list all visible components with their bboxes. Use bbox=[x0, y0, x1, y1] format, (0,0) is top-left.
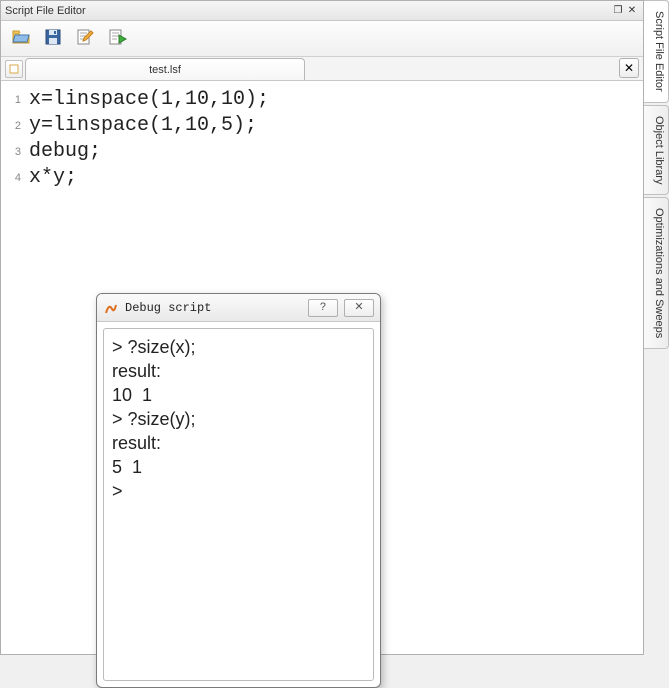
line-number: 3 bbox=[1, 139, 29, 165]
side-tab-object-library[interactable]: Object Library bbox=[644, 105, 669, 195]
tab-file[interactable]: test.lsf bbox=[25, 58, 305, 80]
dialog-titlebar[interactable]: Debug script ? ✕ bbox=[97, 294, 380, 322]
run-button[interactable] bbox=[103, 25, 131, 53]
code-text: y=linspace(1,10,5); bbox=[29, 113, 257, 139]
side-tab-optimizations[interactable]: Optimizations and Sweeps bbox=[644, 197, 669, 349]
code-text: debug; bbox=[29, 139, 101, 165]
debug-dialog: Debug script ? ✕ > ?size(x); result: 10 … bbox=[96, 293, 381, 688]
panel-title: Script File Editor bbox=[5, 5, 611, 17]
close-icon: ✕ bbox=[354, 295, 363, 321]
code-line: 1 x=linspace(1,10,10); bbox=[1, 87, 643, 113]
close-panel-icon[interactable]: ✕ bbox=[625, 4, 639, 18]
app-icon bbox=[103, 300, 119, 316]
panel-titlebar: Script File Editor ❐ ✕ bbox=[1, 1, 643, 21]
save-button[interactable] bbox=[39, 25, 67, 53]
code-line: 4 x*y; bbox=[1, 165, 643, 191]
tab-close-button[interactable]: ✕ bbox=[619, 58, 639, 78]
line-number: 2 bbox=[1, 113, 29, 139]
side-tab-script-editor[interactable]: Script File Editor bbox=[644, 0, 669, 103]
floppy-icon bbox=[43, 27, 63, 50]
folder-open-icon bbox=[11, 27, 31, 50]
play-page-icon bbox=[107, 27, 127, 50]
dock-icon[interactable]: ❐ bbox=[611, 4, 625, 18]
script-editor-panel: Script File Editor ❐ ✕ bbox=[0, 0, 644, 655]
tab-strip: test.lsf ✕ bbox=[1, 57, 643, 81]
close-icon: ✕ bbox=[624, 61, 634, 75]
dialog-help-button[interactable]: ? bbox=[308, 299, 338, 317]
line-number: 1 bbox=[1, 87, 29, 113]
code-line: 2 y=linspace(1,10,5); bbox=[1, 113, 643, 139]
tab-list-button[interactable] bbox=[5, 60, 23, 78]
dialog-close-button[interactable]: ✕ bbox=[344, 299, 374, 317]
page-icon bbox=[9, 64, 19, 74]
pencil-page-icon bbox=[75, 27, 95, 50]
edit-button[interactable] bbox=[71, 25, 99, 53]
debug-console[interactable]: > ?size(x); result: 10 1 > ?size(y); res… bbox=[103, 328, 374, 681]
code-editor[interactable]: 1 x=linspace(1,10,10); 2 y=linspace(1,10… bbox=[1, 81, 643, 654]
tab-filename: test.lsf bbox=[149, 64, 181, 76]
side-tab-strip: Script File Editor Object Library Optimi… bbox=[644, 0, 669, 655]
code-line: 3 debug; bbox=[1, 139, 643, 165]
line-number: 4 bbox=[1, 165, 29, 191]
open-button[interactable] bbox=[7, 25, 35, 53]
help-icon: ? bbox=[320, 295, 327, 321]
dialog-title: Debug script bbox=[125, 295, 302, 321]
code-text: x*y; bbox=[29, 165, 77, 191]
code-text: x=linspace(1,10,10); bbox=[29, 87, 269, 113]
toolbar bbox=[1, 21, 643, 57]
